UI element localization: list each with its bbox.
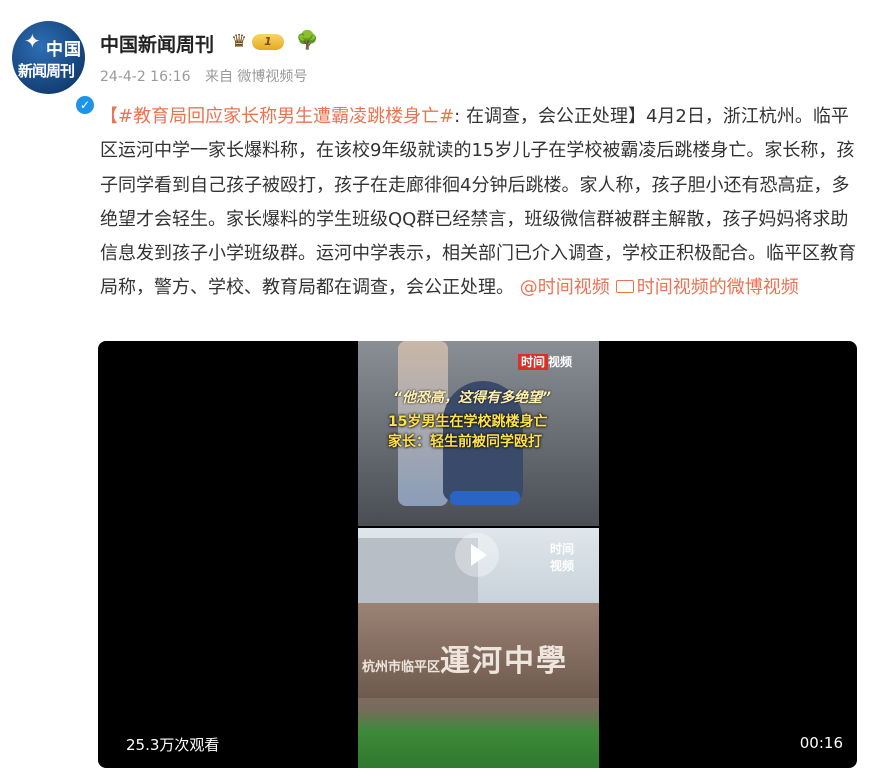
star-icon: ✦ bbox=[24, 29, 41, 53]
video-watermark-2: 时间 视频 bbox=[550, 542, 575, 573]
video-duration: 00:16 bbox=[799, 734, 843, 752]
video-caption-line2: 家长：轻生前被同学殴打 bbox=[388, 434, 542, 450]
post-source[interactable]: 来自 微博视频号 bbox=[205, 69, 307, 85]
avatar-text-line1: 中国 bbox=[46, 40, 82, 60]
video-caption-line1: 15岁男生在学校跳楼身亡 bbox=[388, 414, 548, 430]
verified-check-icon: ✓ bbox=[74, 94, 96, 116]
avatar-text-line2: 新闻周刊 bbox=[18, 62, 75, 80]
post-text: 【#教育局回应家长称男生遭霸凌跳楼身亡#: 在调查，会公正处理】4月2日，浙江杭… bbox=[100, 100, 860, 306]
video-link[interactable]: 时间视频的微博视频 bbox=[637, 277, 799, 298]
tree-icon[interactable]: 🌳 bbox=[296, 30, 318, 51]
mention-link[interactable]: @时间视频 bbox=[520, 277, 610, 298]
video-player[interactable]: 时间 视频 “他恐高，这得有多绝望” 15岁男生在学校跳楼身亡 家长：轻生前被同学… bbox=[98, 341, 857, 768]
video-frame-bottom: 杭州市临平区運河中學 时间 视频 bbox=[358, 528, 599, 768]
video-stool bbox=[450, 491, 520, 505]
avatar[interactable]: ✦ 中国 新闻周刊 ✓ bbox=[12, 21, 96, 116]
username[interactable]: 中国新闻周刊 bbox=[100, 30, 214, 57]
video-watermark: 时间 视频 bbox=[518, 353, 572, 370]
crown-icon[interactable]: ♛ bbox=[231, 31, 247, 52]
level-badge[interactable]: 1 bbox=[252, 34, 284, 50]
topic-link[interactable]: 【#教育局回应家长称男生遭霸凌跳楼身亡# bbox=[100, 106, 454, 127]
school-sign: 杭州市临平区運河中學 bbox=[362, 644, 569, 679]
video-link-icon[interactable] bbox=[615, 280, 634, 294]
view-count: 25.3万次观看 bbox=[126, 736, 220, 754]
post-date[interactable]: 24-4-2 16:16 bbox=[100, 69, 191, 85]
play-icon[interactable] bbox=[455, 533, 499, 577]
post-meta: 24-4-2 16:16 来自 微博视频号 bbox=[100, 66, 307, 86]
post-body: : 在调查，会公正处理】4月2日，浙江杭州。临平区运河中学一家长爆料称，在该校9… bbox=[100, 106, 856, 299]
video-caption-quote: “他恐高，这得有多绝望” bbox=[393, 390, 552, 406]
video-frame-top: 时间 视频 “他恐高，这得有多绝望” 15岁男生在学校跳楼身亡 家长：轻生前被同学… bbox=[358, 341, 599, 526]
